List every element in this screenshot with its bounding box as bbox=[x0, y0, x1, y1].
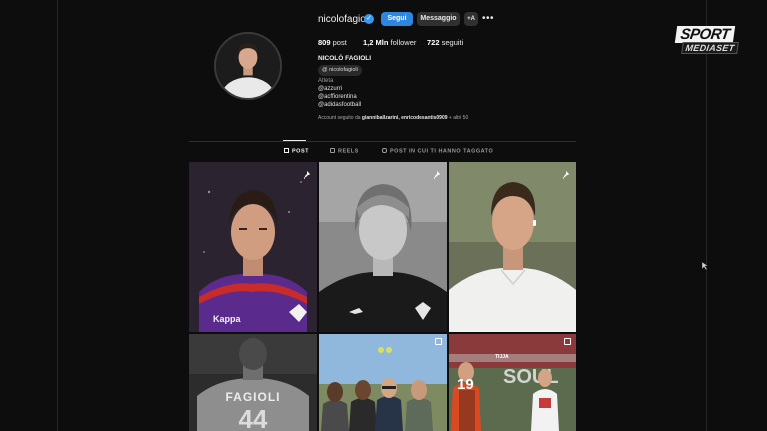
threads-badge[interactable]: @ nicolofagioli bbox=[318, 65, 362, 76]
tab-tagged-label: POST IN CUI TI HANNO TAGGATO bbox=[390, 148, 494, 155]
following-label: seguiti bbox=[441, 38, 464, 47]
bio-category: Atleta bbox=[318, 78, 334, 84]
frame-divider bbox=[57, 0, 58, 431]
tab-tagged[interactable]: POST IN CUI TI HANNO TAGGATO bbox=[382, 148, 493, 155]
post-image-player-purple: Kappa bbox=[189, 162, 317, 332]
profile-username: nicolofagioli bbox=[318, 14, 371, 25]
tagged-icon bbox=[382, 148, 387, 153]
post-tile[interactable] bbox=[449, 162, 576, 332]
tabs-divider bbox=[189, 141, 576, 142]
tab-reels-label: REELS bbox=[338, 148, 359, 155]
posts-label: post bbox=[332, 38, 347, 47]
tab-posts[interactable]: POST bbox=[284, 148, 309, 155]
carousel-icon bbox=[564, 338, 571, 345]
screen: nicolofagioli ✓ Segui Messaggio +A ••• 8… bbox=[0, 0, 767, 431]
followers-stat[interactable]: 1,2 Mln follower bbox=[363, 38, 416, 47]
tab-reels[interactable]: REELS bbox=[330, 148, 359, 155]
followed-by[interactable]: Account seguito da gianniballzarini, enr… bbox=[318, 115, 468, 121]
more-dots-icon[interactable]: ••• bbox=[482, 12, 494, 26]
bio-link-adidas[interactable]: @adidasfootball bbox=[318, 102, 361, 108]
grid-icon bbox=[284, 148, 289, 153]
sport-mediaset-logo: SPORT MEDIASET bbox=[674, 26, 739, 57]
mouse-cursor-icon bbox=[702, 262, 708, 270]
jersey-number-text: 44 bbox=[238, 404, 268, 431]
profile-avatar[interactable] bbox=[214, 32, 282, 100]
post-image-teen-bw bbox=[319, 162, 447, 332]
verified-badge-icon: ✓ bbox=[364, 14, 374, 24]
pin-icon bbox=[433, 166, 442, 180]
post-tile[interactable] bbox=[319, 334, 447, 431]
post-tile[interactable]: FAGIOLI 44 bbox=[189, 334, 317, 431]
posts-count: 809 bbox=[318, 38, 331, 47]
posts-stat: 809 post bbox=[318, 38, 347, 47]
add-user-button[interactable]: +A bbox=[464, 12, 478, 26]
followed-by-names: gianniballzarini, enricodesantis0909 bbox=[361, 115, 448, 121]
match-player-number: 19 bbox=[457, 376, 474, 393]
followed-by-prefix: Account seguito da bbox=[318, 115, 362, 121]
profile-full-name: NICOLÒ FAGIOLI bbox=[318, 55, 372, 62]
post-image-player-white bbox=[449, 162, 576, 332]
pin-icon bbox=[303, 166, 312, 180]
followers-count: 1,2 Mln bbox=[363, 38, 389, 47]
reels-icon bbox=[330, 148, 335, 153]
tab-posts-label: POST bbox=[292, 148, 309, 155]
post-image-group-photo bbox=[319, 334, 447, 431]
jersey-name-text: FAGIOLI bbox=[225, 390, 281, 404]
threads-handle: nicolofagioli bbox=[329, 67, 358, 73]
pin-icon bbox=[562, 166, 571, 180]
message-button[interactable]: Messaggio bbox=[417, 12, 460, 26]
post-tile[interactable]: SOUL 19 TIJJA bbox=[449, 334, 576, 431]
match-player-name: TIJJA bbox=[495, 354, 509, 360]
carousel-icon bbox=[435, 338, 442, 345]
active-tab-indicator bbox=[283, 140, 306, 141]
followers-label: follower bbox=[390, 38, 417, 47]
followed-by-suffix: + altri 50 bbox=[447, 115, 469, 121]
post-tile[interactable] bbox=[319, 162, 447, 332]
bio-link-azzurri[interactable]: @azzurri bbox=[318, 86, 342, 92]
frame-divider bbox=[706, 0, 707, 431]
following-stat[interactable]: 722 seguiti bbox=[427, 38, 463, 47]
avatar-photo bbox=[216, 34, 280, 98]
svg-text:Kappa: Kappa bbox=[213, 314, 242, 324]
logo-bottom-text: MEDIASET bbox=[681, 42, 739, 54]
follow-button[interactable]: Segui bbox=[381, 12, 413, 26]
logo-top-text: SPORT bbox=[674, 26, 736, 43]
post-tile[interactable]: Kappa bbox=[189, 162, 317, 332]
following-count: 722 bbox=[427, 38, 440, 47]
bio-link-fiorentina[interactable]: @acffiorentina bbox=[318, 94, 357, 100]
